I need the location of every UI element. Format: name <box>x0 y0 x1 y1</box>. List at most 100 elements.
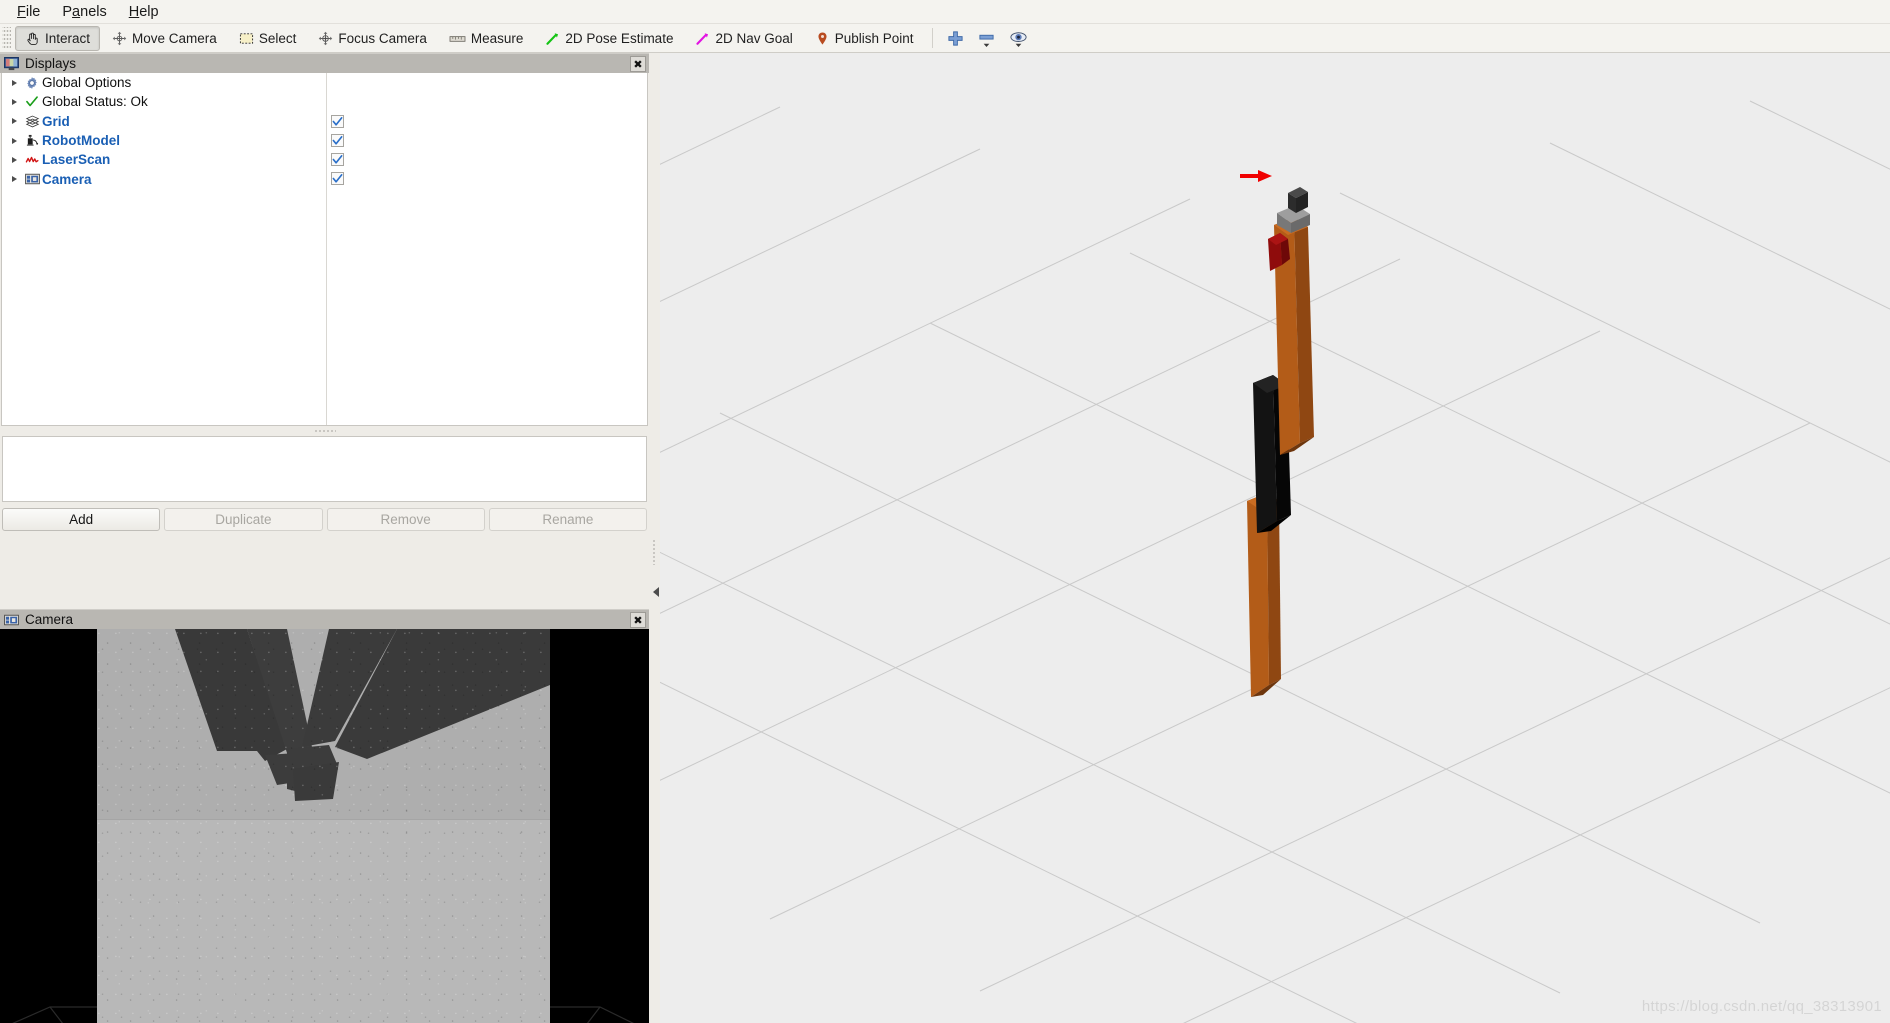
tool-focus-camera[interactable]: Focus Camera <box>308 26 437 51</box>
focus-camera-icon <box>318 31 333 46</box>
plus-icon <box>947 26 964 47</box>
main-vertical-splitter[interactable] <box>649 53 660 1023</box>
displays-monitor-icon <box>4 56 19 71</box>
expand-arrow-icon[interactable] <box>6 131 22 150</box>
render-view-3d[interactable]: https://blog.csdn.net/qq_38313901 <box>660 53 1890 1023</box>
tool-select-label: Select <box>258 30 297 46</box>
tool-interact[interactable]: Interact <box>15 25 101 51</box>
splitter-grip-icon <box>652 539 656 565</box>
robot-arm-model <box>1240 170 1314 697</box>
robot-sensor-cylinder <box>1288 187 1308 213</box>
tree-row-robotmodel[interactable]: RobotModel <box>2 131 647 150</box>
rviz-window: File Panels Help Interact Move Camera Se… <box>0 0 1890 1023</box>
tree-label-laserscan: LaserScan <box>42 152 111 168</box>
tool-publish-point-label: Publish Point <box>834 30 914 46</box>
tree-label-global-options: Global Options <box>42 75 132 91</box>
hand-cursor-icon <box>25 31 40 46</box>
toolbar-drag-handle[interactable] <box>2 27 11 49</box>
close-icon: ✖ <box>633 57 643 71</box>
displays-panel-title: Displays <box>25 56 77 71</box>
camera-icon <box>4 613 19 627</box>
displays-panel-close-button[interactable]: ✖ <box>630 56 646 72</box>
menu-bar: File Panels Help <box>0 0 1890 24</box>
watermark-text: https://blog.csdn.net/qq_38313901 <box>1641 998 1882 1015</box>
close-icon: ✖ <box>633 613 643 627</box>
tree-row-grid[interactable]: Grid <box>2 112 647 131</box>
camera-panel-title: Camera <box>25 612 74 627</box>
minus-icon <box>978 26 995 51</box>
menu-panels-accel: a <box>72 3 81 20</box>
menu-panels-rest: nels <box>80 3 107 20</box>
red-axis-arrow-icon <box>1240 170 1272 182</box>
menu-file[interactable]: File <box>6 1 51 23</box>
add-tool-button[interactable] <box>943 26 968 51</box>
grid-icon <box>22 112 42 131</box>
expand-arrow-icon[interactable] <box>6 112 22 131</box>
remove-tool-button[interactable] <box>974 26 999 51</box>
tree-label-camera: Camera <box>42 171 92 187</box>
expand-arrow-icon[interactable] <box>6 170 22 189</box>
tree-checkbox-laserscan[interactable] <box>331 153 344 167</box>
expand-arrow-icon[interactable] <box>6 150 22 169</box>
tree-row-global-options[interactable]: Global Options <box>2 73 647 92</box>
duplicate-display-label: Duplicate <box>215 512 272 527</box>
tree-row-camera[interactable]: Camera <box>2 169 647 188</box>
eye-icon <box>1009 26 1028 51</box>
tree-row-laserscan[interactable]: LaserScan <box>2 150 647 169</box>
tree-label-global-status: Global Status: Ok <box>42 94 148 110</box>
tool-focus-camera-label: Focus Camera <box>338 30 427 46</box>
camera-icon <box>22 170 42 189</box>
menu-file-accel: F <box>17 3 26 20</box>
left-dock: Displays ✖ Global Options Global Status:… <box>0 53 649 1023</box>
remove-display-label: Remove <box>380 512 431 527</box>
displays-tree[interactable]: Global Options Global Status: Ok Grid Ro… <box>1 73 648 426</box>
camera-image-view[interactable] <box>0 629 649 1023</box>
tool-publish-point[interactable]: Publish Point <box>805 26 924 51</box>
tool-measure-label: Measure <box>470 30 524 46</box>
ruler-icon <box>449 31 466 46</box>
displays-horizontal-splitter[interactable] <box>0 427 649 435</box>
tree-checkbox-robotmodel[interactable] <box>331 133 344 147</box>
move-camera-icon <box>112 31 127 46</box>
expand-arrow-icon[interactable] <box>6 92 22 111</box>
tree-checkbox-camera[interactable] <box>331 172 344 186</box>
remove-display-button[interactable]: Remove <box>326 508 485 531</box>
expand-arrow-icon[interactable] <box>6 73 22 92</box>
menu-help-accel: H <box>128 3 140 20</box>
tool-move-camera[interactable]: Move Camera <box>102 26 227 51</box>
tool-measure[interactable]: Measure <box>439 26 534 51</box>
tool-select[interactable]: Select <box>229 26 307 51</box>
add-display-label: Add <box>69 512 94 527</box>
displays-button-row: Add Duplicate Remove Rename <box>0 502 649 537</box>
camera-panel-close-button[interactable]: ✖ <box>630 612 646 628</box>
displays-panel-titlebar: Displays ✖ <box>0 53 649 73</box>
tool-interact-label: Interact <box>45 30 91 46</box>
rename-display-button[interactable]: Rename <box>488 508 647 531</box>
menu-help-rest: elp <box>139 3 159 20</box>
tool-2d-pose-estimate-label: 2D Pose Estimate <box>565 30 674 46</box>
tree-label-grid: Grid <box>42 113 70 129</box>
splitter-grip-icon <box>313 429 336 433</box>
green-arrow-icon <box>545 31 560 46</box>
visibility-button[interactable] <box>1005 26 1032 51</box>
menu-panels[interactable]: Panels <box>51 1 117 23</box>
tree-row-global-status[interactable]: Global Status: Ok <box>2 92 647 111</box>
tool-2d-nav-goal[interactable]: 2D Nav Goal <box>685 26 802 51</box>
camera-panel-titlebar: Camera ✖ <box>0 609 649 629</box>
gear-icon <box>22 73 42 92</box>
duplicate-display-button[interactable]: Duplicate <box>164 508 323 531</box>
green-check-icon <box>22 92 42 111</box>
menu-file-rest: ile <box>25 3 41 20</box>
tree-checkbox-grid[interactable] <box>331 114 344 128</box>
tool-bar: Interact Move Camera Select Focus Camera… <box>0 24 1890 53</box>
add-display-button[interactable]: Add <box>2 508 161 531</box>
display-description-box <box>2 436 647 502</box>
tool-2d-pose-estimate[interactable]: 2D Pose Estimate <box>535 26 683 51</box>
tree-label-robotmodel: RobotModel <box>42 133 120 149</box>
menu-help[interactable]: Help <box>118 1 170 23</box>
tool-2d-nav-goal-label: 2D Nav Goal <box>715 30 793 46</box>
collapse-panel-arrow-icon[interactable] <box>653 587 659 597</box>
select-rectangle-icon <box>239 31 254 46</box>
camera-view-overlay-lines <box>12 1006 635 1023</box>
rename-display-label: Rename <box>542 512 594 527</box>
